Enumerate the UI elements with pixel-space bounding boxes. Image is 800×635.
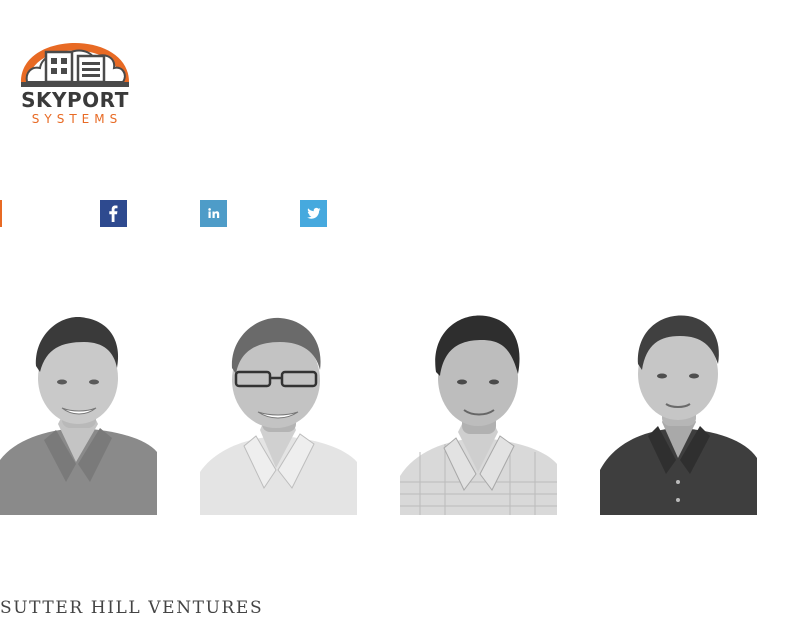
skyport-cloud-buildings-icon: [21, 43, 129, 87]
investor-name: SUTTER HILL VENTURES: [0, 598, 264, 618]
team-photo-1[interactable]: [0, 312, 157, 515]
logo-tagline: SYSTEMS: [31, 112, 123, 126]
person-photo-icon: [200, 312, 357, 515]
linkedin-icon: [208, 208, 220, 218]
logo-wordmark: SKYPORT: [21, 88, 129, 112]
team-photo-4[interactable]: [600, 312, 757, 515]
linkedin-link[interactable]: [200, 200, 227, 227]
team-photo-2[interactable]: [200, 312, 357, 515]
twitter-icon: [307, 207, 321, 219]
person-photo-icon: [0, 312, 157, 515]
social-edge-accent: [0, 200, 2, 227]
team-photo-3[interactable]: [400, 312, 557, 515]
twitter-link[interactable]: [300, 200, 327, 227]
person-photo-icon: [600, 312, 757, 515]
facebook-icon: [109, 205, 118, 222]
facebook-link[interactable]: [100, 200, 127, 227]
skyport-logo[interactable]: SKYPORT SYSTEMS: [18, 22, 132, 128]
person-photo-icon: [400, 312, 557, 515]
